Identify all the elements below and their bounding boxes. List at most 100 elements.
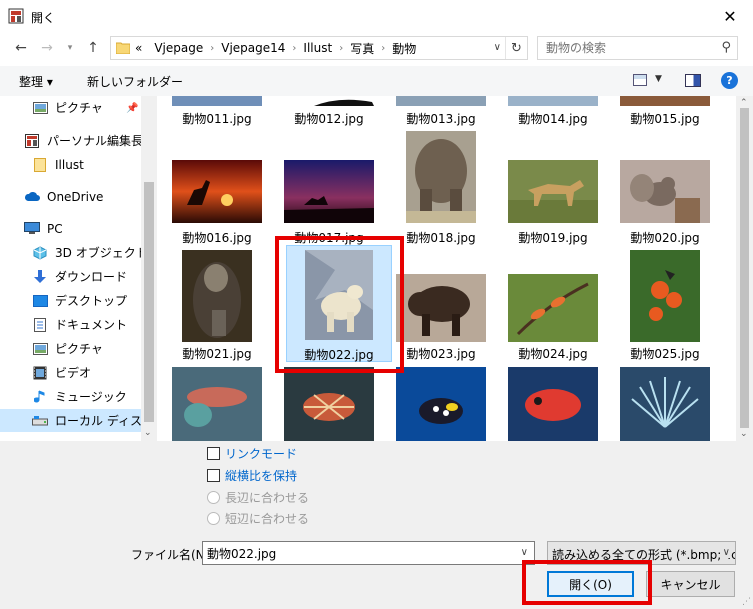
file-thumbnail <box>182 250 252 342</box>
scrollbar-thumb[interactable] <box>740 108 749 428</box>
file-tile[interactable]: 動物013.jpg <box>389 96 493 126</box>
sidebar-item-label: ピクチャ <box>55 342 103 356</box>
fit-short-radio[interactable]: 短辺に合わせる <box>207 510 309 526</box>
file-thumbnail <box>396 367 486 441</box>
breadcrumb-photo[interactable]: 写真 <box>350 40 374 57</box>
keep-aspect-label[interactable]: 縦横比を保持 <box>225 467 297 484</box>
recent-dropdown-icon[interactable]: ▾ <box>61 40 79 56</box>
file-name: 動物012.jpg <box>294 112 364 126</box>
link-mode-checkbox[interactable]: リンクモード <box>207 445 297 461</box>
breadcrumb-vjepage[interactable]: Vjepage <box>154 41 203 55</box>
file-tile[interactable]: 動物015.jpg <box>613 96 717 126</box>
chevron-right-icon[interactable]: › <box>339 43 343 54</box>
chevron-right-icon[interactable]: › <box>381 43 385 54</box>
chevron-right-icon[interactable]: › <box>210 43 214 54</box>
address-bar[interactable]: « Vjepage › Vjepage14 › Illust › 写真 › 動物… <box>110 36 528 60</box>
cube-icon <box>32 245 48 260</box>
back-arrow-icon[interactable]: ← <box>12 40 30 56</box>
search-box[interactable]: ⚲ <box>537 36 738 60</box>
file-tile[interactable] <box>501 367 605 441</box>
file-tile[interactable]: 動物011.jpg <box>165 96 269 126</box>
file-tile[interactable] <box>277 367 381 441</box>
cancel-button[interactable]: キャンセル <box>646 571 735 597</box>
folder-icon <box>32 157 48 172</box>
file-tile[interactable]: 動物018.jpg <box>389 131 493 245</box>
pc-icon <box>24 222 40 236</box>
sidebar-item-music[interactable]: ミュージック <box>0 385 141 408</box>
keep-aspect-checkbox[interactable]: 縦横比を保持 <box>207 467 297 483</box>
up-arrow-icon[interactable]: ↑ <box>84 40 102 56</box>
chevron-down-icon[interactable]: ⌄ <box>144 428 152 438</box>
document-icon <box>32 317 48 332</box>
address-row: ← → ▾ ↑ « Vjepage › Vjepage14 › Illust ›… <box>0 32 753 64</box>
sidebar-item-videos[interactable]: ビデオ <box>0 361 141 384</box>
sidebar-item-documents[interactable]: ドキュメント <box>0 313 141 336</box>
sidebar-scrollbar[interactable]: ⌄ <box>141 96 157 441</box>
sidebar-item-personal-editor[interactable]: パーソナル編集長 <box>0 129 143 152</box>
filename-input[interactable] <box>207 545 507 561</box>
file-tile[interactable]: 動物017.jpg <box>277 131 381 245</box>
file-tile[interactable]: 動物023.jpg <box>389 245 493 361</box>
checkbox[interactable] <box>207 468 220 482</box>
breadcrumb-vjepage14[interactable]: Vjepage14 <box>221 41 285 55</box>
file-tile[interactable] <box>389 367 493 441</box>
file-tile[interactable]: 動物020.jpg <box>613 131 717 245</box>
breadcrumb-overflow[interactable]: « <box>135 41 142 55</box>
refresh-icon[interactable]: ↻ <box>505 37 527 59</box>
file-tile[interactable]: 動物021.jpg <box>165 245 269 361</box>
help-icon[interactable]: ? <box>721 72 738 89</box>
chevron-down-icon[interactable]: ∨ <box>720 547 730 558</box>
command-bar: 整理 ▾ 新しいフォルダー ▼ ? <box>0 66 753 96</box>
file-thumbnail <box>406 131 476 223</box>
breadcrumb-animal[interactable]: 動物 <box>392 40 416 57</box>
file-tile[interactable]: 動物024.jpg <box>501 245 605 361</box>
search-input[interactable] <box>546 40 716 56</box>
sidebar-item-label: ドキュメント <box>55 318 128 332</box>
forward-arrow-icon[interactable]: → <box>38 40 56 56</box>
resize-grip-icon[interactable]: ⋰ <box>742 597 751 607</box>
link-mode-label[interactable]: リンクモード <box>225 445 297 462</box>
sidebar-item-onedrive[interactable]: OneDrive <box>0 185 141 208</box>
sidebar-item-desktop[interactable]: デスクトップ <box>0 289 141 312</box>
file-tile[interactable]: 動物025.jpg <box>613 245 717 361</box>
scrollbar-thumb[interactable] <box>144 182 154 422</box>
sidebar-item-pictures-quick[interactable]: ピクチャ 📌 <box>0 96 141 119</box>
pin-icon[interactable]: 📌 <box>126 103 138 114</box>
preview-pane-icon[interactable] <box>685 74 701 87</box>
window-title: 開く <box>31 11 56 25</box>
file-tile[interactable]: 動物019.jpg <box>501 131 605 245</box>
radio-button[interactable] <box>207 511 220 525</box>
view-icon[interactable] <box>633 74 647 86</box>
sidebar-item-illust[interactable]: Illust <box>0 153 141 176</box>
app-icon <box>8 8 24 24</box>
view-dropdown-icon[interactable]: ▼ <box>655 74 662 84</box>
chevron-up-icon[interactable]: ⌃ <box>740 98 748 108</box>
organize-menu[interactable]: 整理 ▾ <box>19 73 53 90</box>
chevron-right-icon[interactable]: › <box>292 43 296 54</box>
filename-combobox[interactable]: ∨ <box>202 541 535 565</box>
file-tile[interactable]: 動物012.jpg <box>277 96 381 126</box>
file-tile[interactable]: 動物014.jpg <box>501 96 605 126</box>
file-tile[interactable] <box>613 367 717 441</box>
checkbox[interactable] <box>207 446 220 460</box>
navigation-pane: ピクチャ 📌 パーソナル編集長 Illust OneDrive PC 3D オブ… <box>0 96 157 441</box>
address-dropdown-icon[interactable]: ∨ <box>494 42 501 53</box>
sidebar-item-3d-objects[interactable]: 3D オブジェクト <box>0 241 148 264</box>
sidebar-item-pc[interactable]: PC <box>0 217 141 240</box>
new-folder-button[interactable]: 新しいフォルダー <box>87 73 183 90</box>
radio-button[interactable] <box>207 490 220 504</box>
chevron-down-icon[interactable]: ∨ <box>521 547 528 558</box>
sidebar-item-downloads[interactable]: ダウンロード <box>0 265 141 288</box>
file-list-scrollbar[interactable]: ⌃ ⌄ <box>736 96 753 441</box>
close-icon[interactable]: ✕ <box>707 0 753 32</box>
sidebar-item-local-disk[interactable]: ローカル ディスク (C <box>0 409 157 432</box>
download-icon <box>32 269 48 284</box>
breadcrumb-illust[interactable]: Illust <box>303 41 332 55</box>
search-icon[interactable]: ⚲ <box>721 40 731 55</box>
fit-long-radio[interactable]: 長辺に合わせる <box>207 489 309 505</box>
chevron-down-icon[interactable]: ⌄ <box>740 429 748 439</box>
file-tile[interactable]: 動物016.jpg <box>165 131 269 245</box>
file-name: 動物013.jpg <box>406 112 476 126</box>
file-tile[interactable] <box>165 367 269 441</box>
sidebar-item-pictures[interactable]: ピクチャ <box>0 337 141 360</box>
